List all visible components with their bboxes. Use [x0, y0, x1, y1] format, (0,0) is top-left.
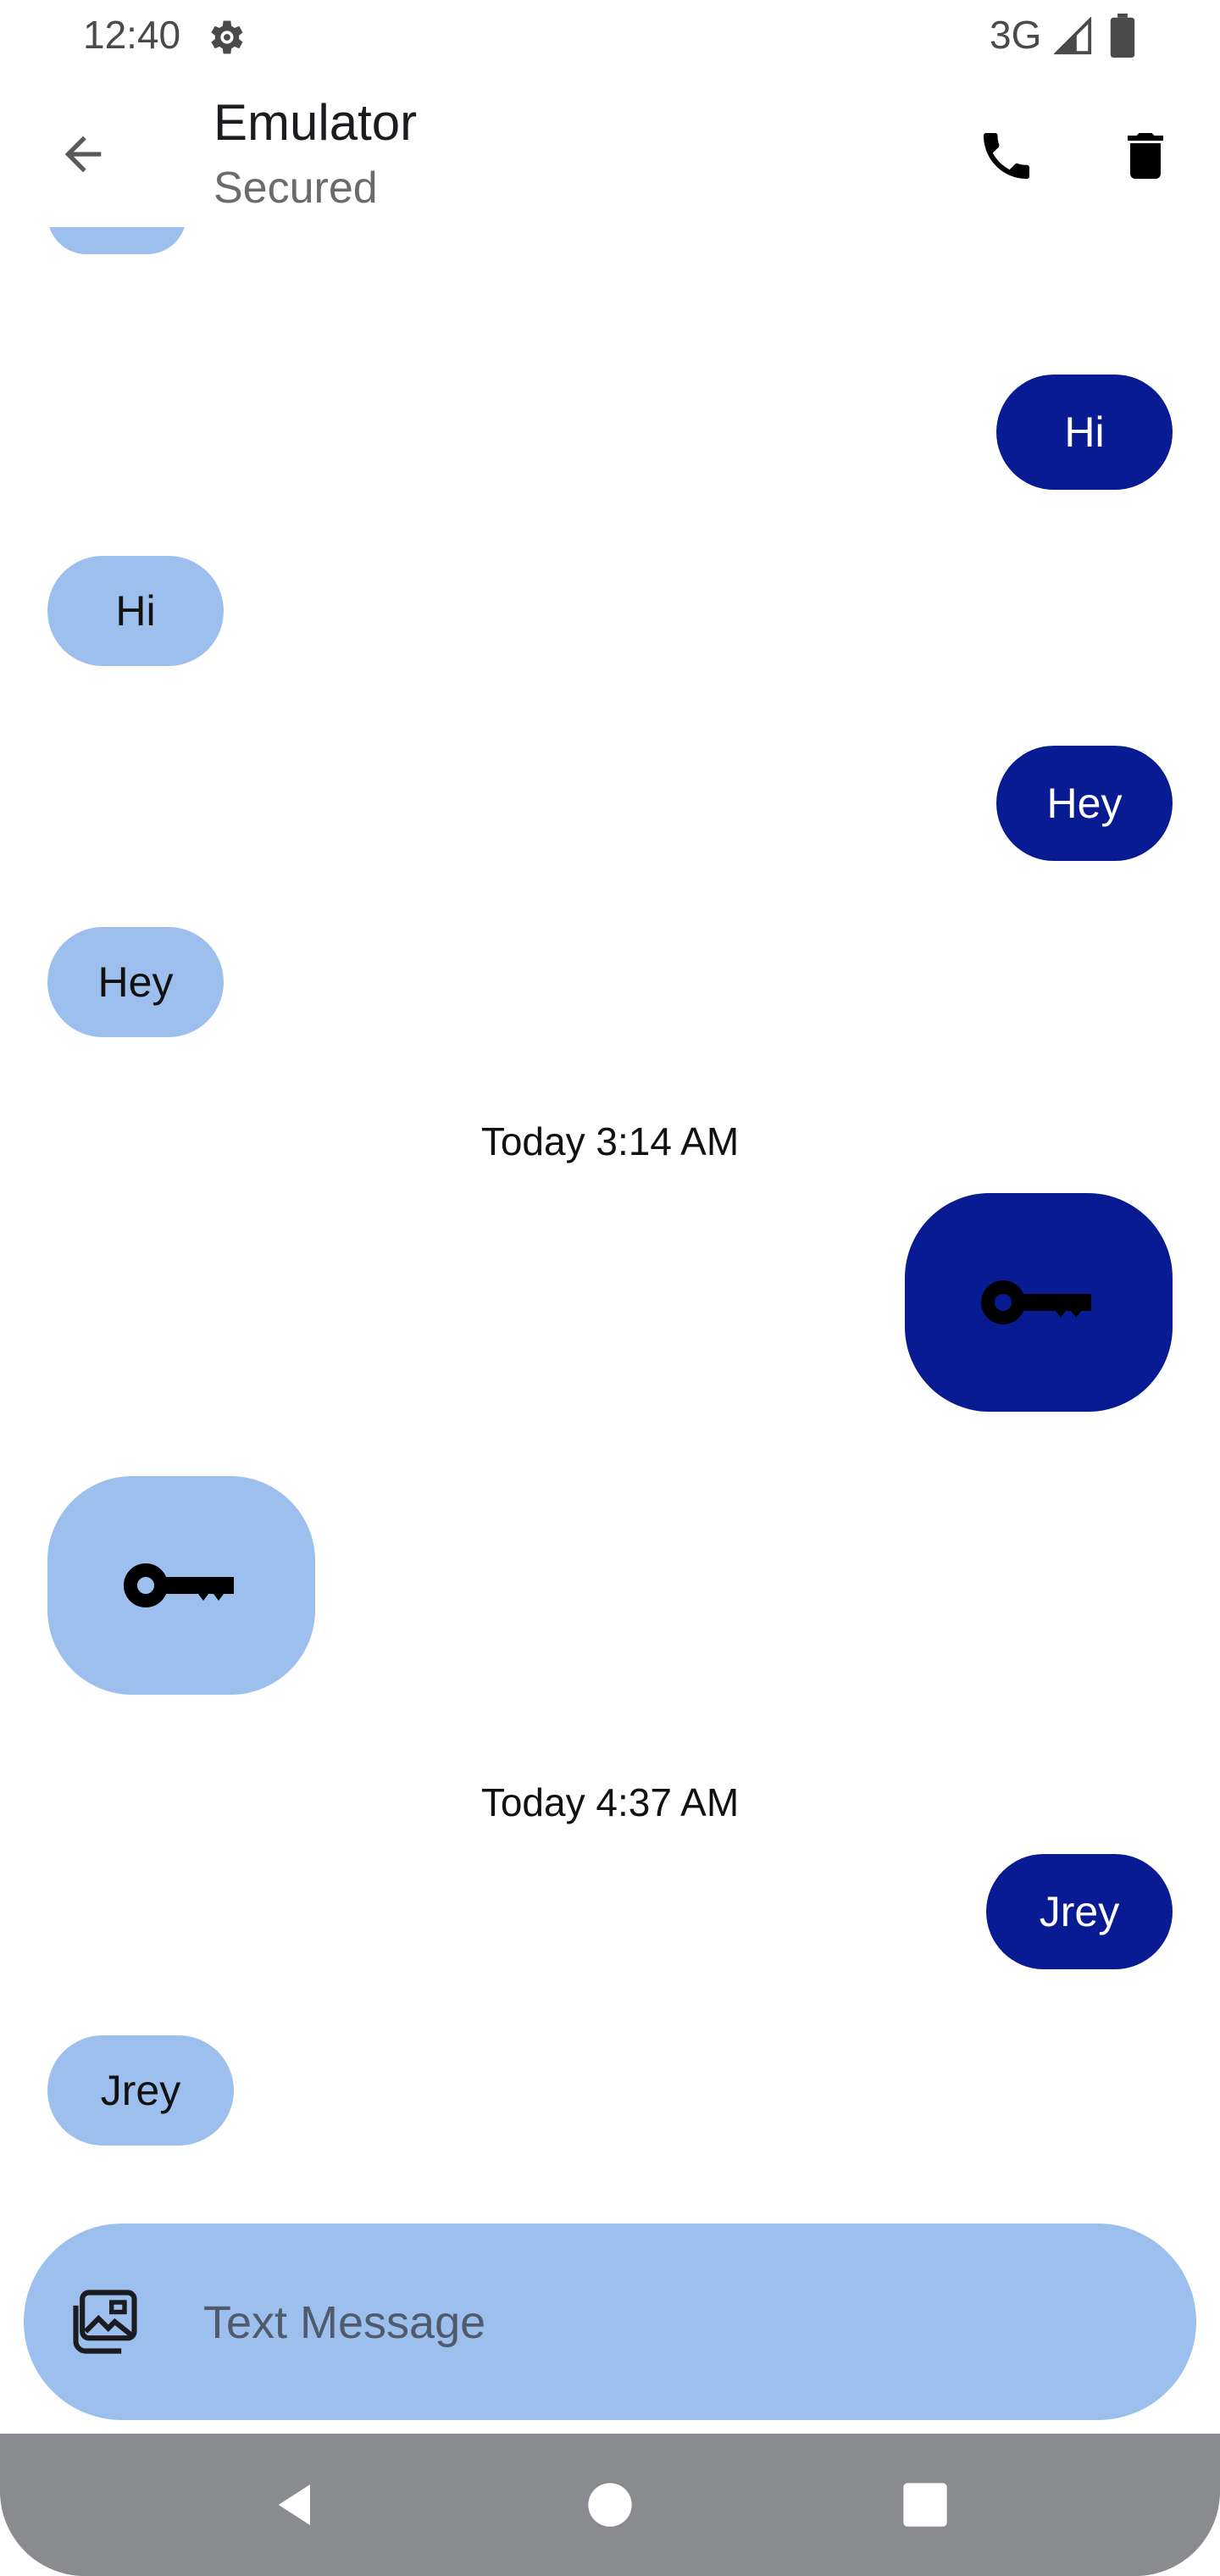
message-text: Hi	[115, 587, 156, 635]
nav-recents-icon	[903, 2483, 947, 2527]
message-text: Hey	[97, 958, 174, 1006]
message-bubble-received[interactable]: Hey	[47, 927, 224, 1037]
conversation-subtitle: Secured	[214, 164, 378, 213]
message-bubble-sent[interactable]: Hi	[996, 375, 1173, 490]
message-timestamp: Today 4:37 AM	[480, 1780, 740, 1824]
message-text: Jrey	[100, 2067, 181, 2114]
key-icon	[124, 1563, 234, 1607]
nav-back-button[interactable]	[263, 2471, 330, 2539]
nav-recents-button[interactable]	[891, 2471, 959, 2539]
battery-icon	[1110, 14, 1135, 58]
network-type: 3G	[990, 13, 1042, 57]
attach-image-button[interactable]	[58, 2274, 152, 2369]
back-arrow-icon	[64, 136, 102, 173]
message-bubble-sent[interactable]: Jrey	[986, 1854, 1173, 1969]
message-text: Hi	[1064, 408, 1105, 456]
message-text: Jrey	[1039, 1888, 1120, 1935]
nav-back-icon	[278, 2484, 310, 2525]
message-input[interactable]	[202, 2274, 1137, 2371]
delete-button[interactable]	[1112, 122, 1179, 190]
trash-icon	[1128, 133, 1163, 179]
message-bubble-sent[interactable]: Hey	[996, 746, 1173, 861]
nav-home-icon	[588, 2483, 632, 2527]
back-button[interactable]	[47, 119, 119, 190]
key-icon	[981, 1280, 1091, 1324]
message-timestamp: Today 3:14 AM	[480, 1119, 740, 1163]
conversation-title: Emulator	[214, 94, 418, 151]
message-composer	[24, 2223, 1196, 2420]
status-time: 12:40	[83, 13, 181, 57]
message-bubble-received[interactable]	[47, 227, 186, 254]
message-list[interactable]: Hi Hi Hey Hey Today 3:14 AM Today 4:37 A…	[0, 227, 1220, 2227]
key-message-received[interactable]	[47, 1476, 315, 1695]
call-button[interactable]	[973, 122, 1040, 190]
phone-icon	[984, 133, 1029, 179]
chat-screen: 12:40 3G Emulator Secured Hi Hi Hey Hey …	[0, 0, 1220, 2576]
nav-home-button[interactable]	[576, 2471, 644, 2539]
app-bar: Emulator Secured	[0, 75, 1220, 227]
system-nav-bar	[0, 2434, 1220, 2576]
status-bar: 12:40 3G	[0, 0, 1220, 75]
message-bubble-received[interactable]: Jrey	[47, 2035, 234, 2146]
signal-icon	[1054, 17, 1092, 55]
gear-icon	[211, 20, 243, 54]
message-text: Hey	[1046, 780, 1123, 827]
gallery-icon	[73, 2290, 137, 2354]
message-bubble-received[interactable]: Hi	[47, 556, 224, 666]
key-message-sent[interactable]	[905, 1193, 1173, 1412]
